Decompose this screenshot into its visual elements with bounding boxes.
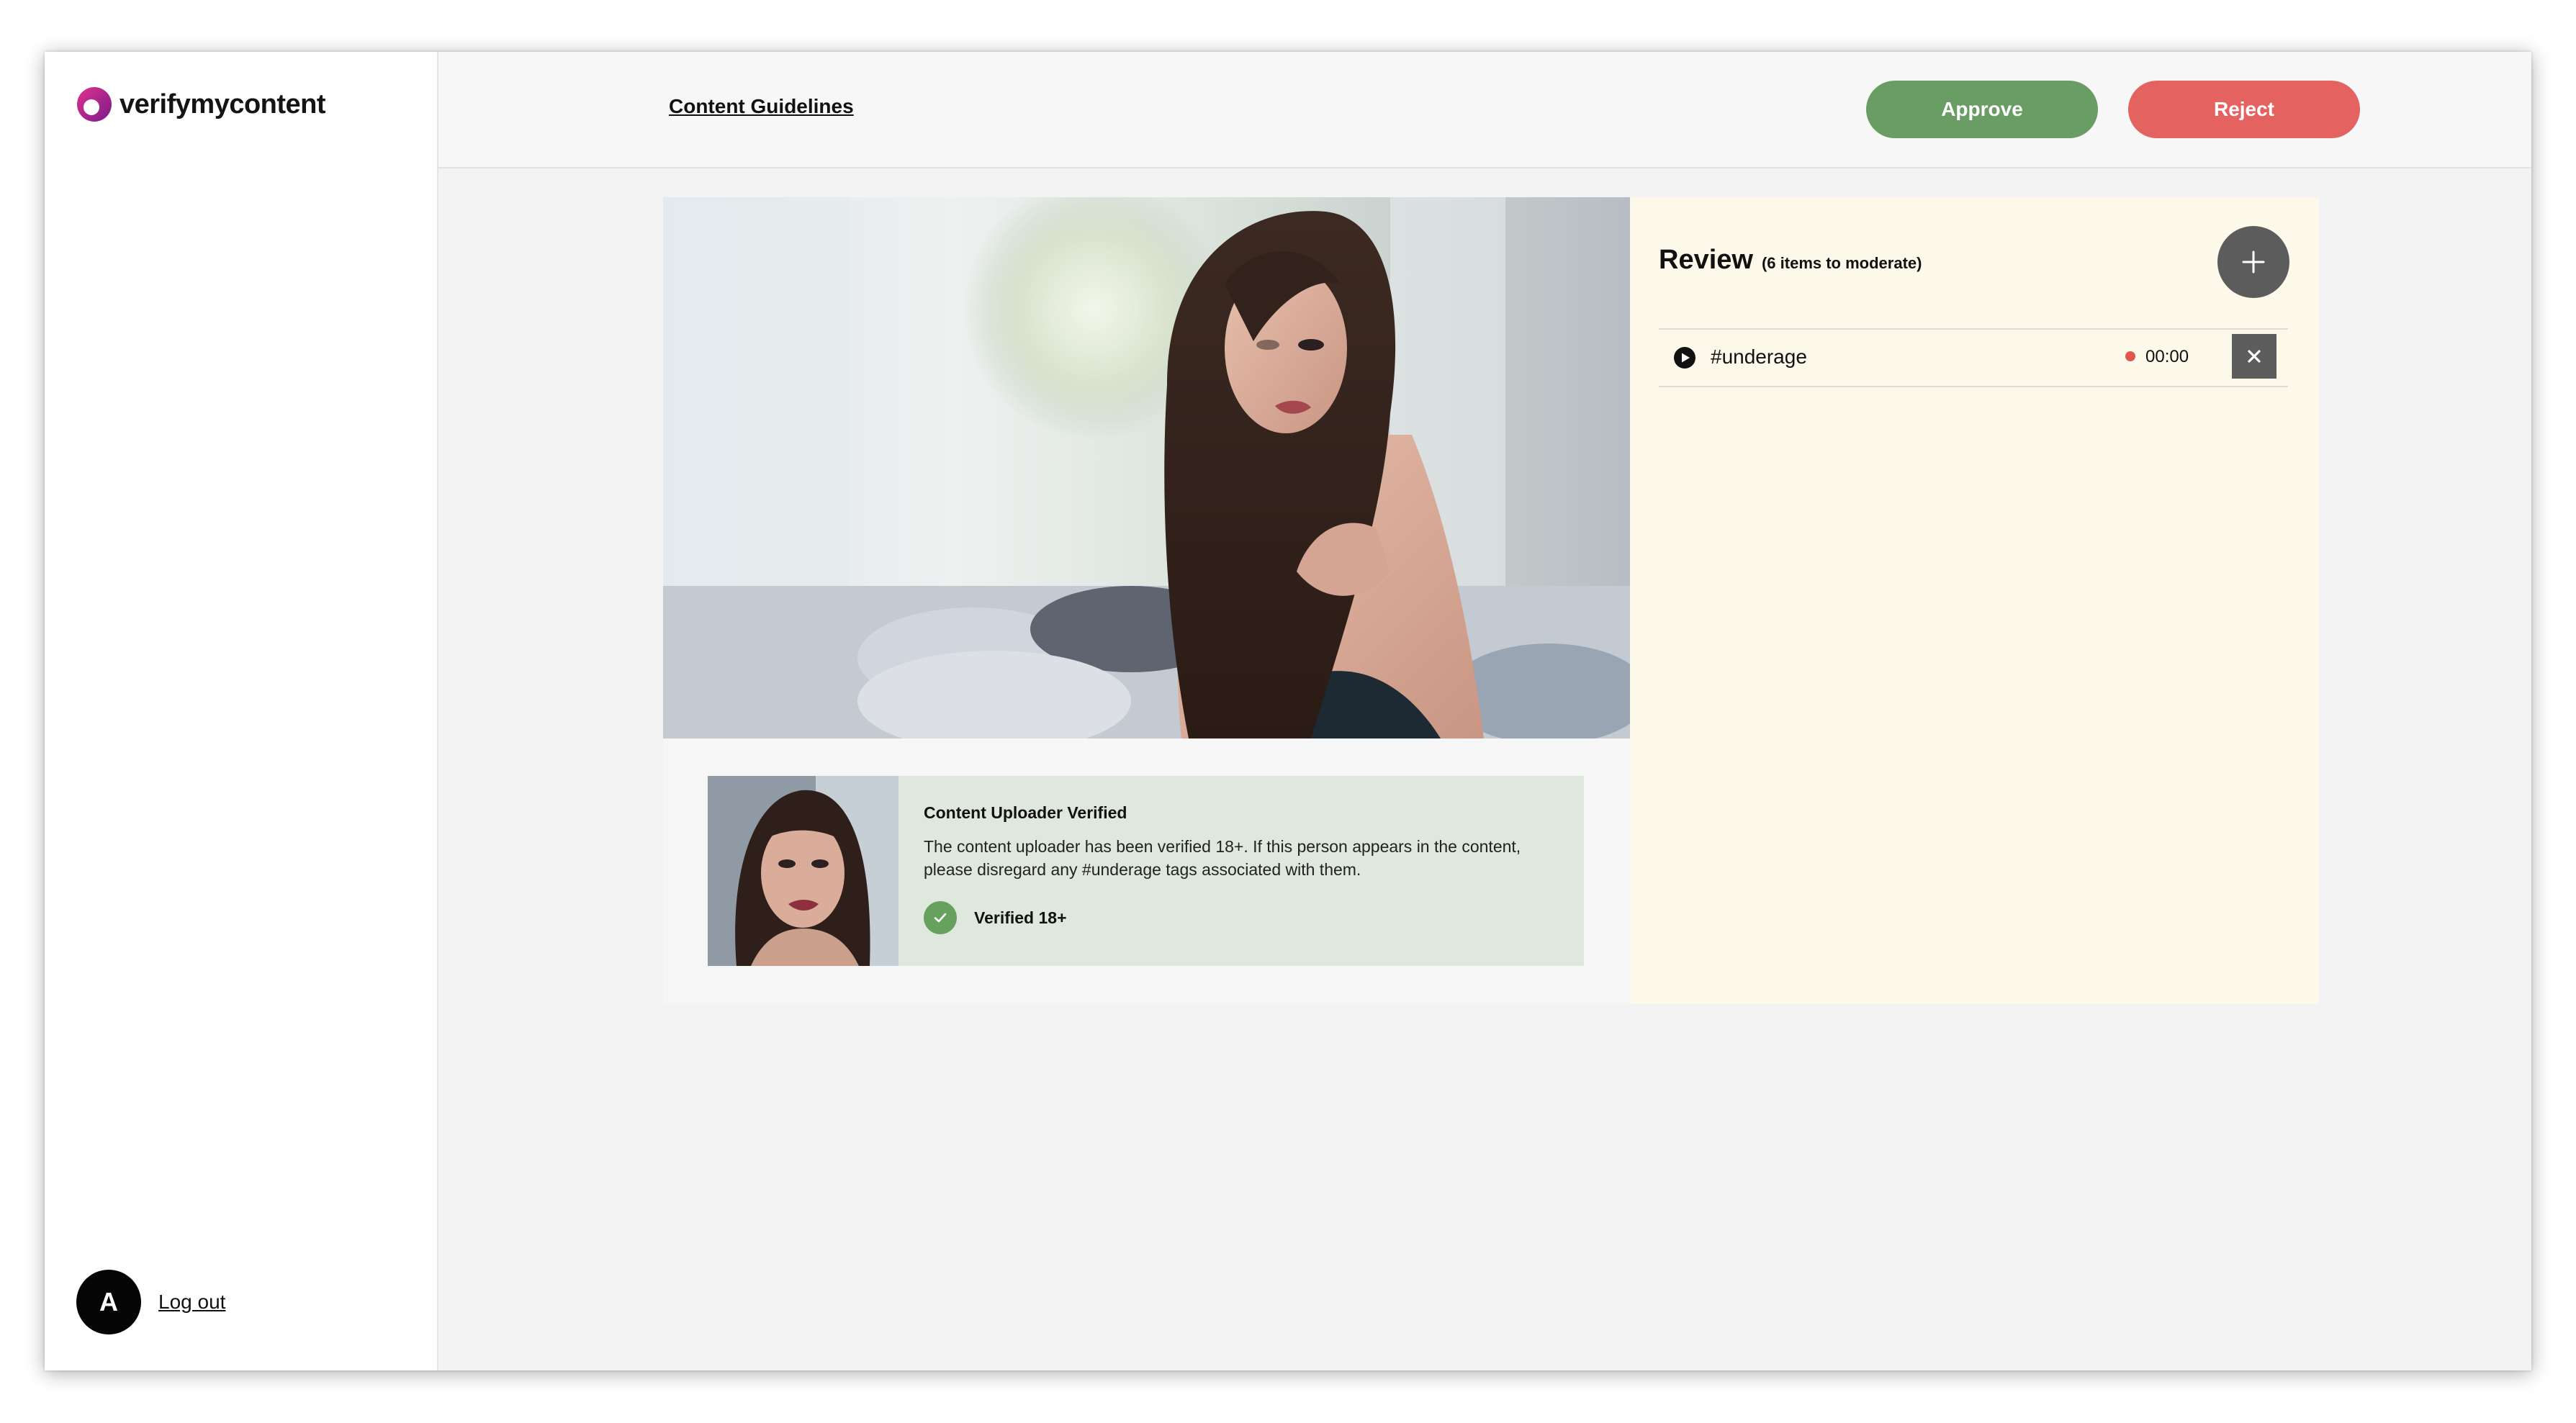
review-heading: Review (6 items to moderate): [1659, 245, 1922, 276]
reject-button[interactable]: Reject: [2128, 81, 2360, 138]
content-photo-icon: [663, 197, 1630, 738]
top-bar: Content Guidelines Approve Reject: [438, 52, 2531, 168]
uploader-photo-icon: [708, 776, 899, 966]
play-icon[interactable]: [1673, 346, 1696, 369]
plus-icon: [2242, 250, 2265, 274]
review-item-time: 00:00: [2145, 347, 2189, 366]
review-item-tag: #underage: [1711, 345, 1807, 368]
user-section: A Log out: [76, 1270, 225, 1334]
remove-item-button[interactable]: [2232, 334, 2276, 379]
uploader-verified-panel: Content Uploader Verified The content up…: [708, 776, 1584, 966]
uploader-verified-title: Content Uploader Verified: [924, 803, 1127, 822]
review-item[interactable]: #underage 00:00: [1659, 328, 2288, 387]
sidebar: verifymycontent A Log out: [45, 52, 438, 1370]
avatar[interactable]: A: [76, 1270, 141, 1334]
close-icon: [2248, 350, 2261, 363]
status-dot-icon: [2125, 351, 2135, 361]
add-tag-button[interactable]: [2217, 226, 2289, 298]
uploader-thumbnail: [708, 776, 899, 966]
verified-badge-label: Verified 18+: [974, 908, 1067, 927]
review-title: Review: [1659, 245, 1753, 275]
content-panel: Content Uploader Verified The content up…: [663, 197, 1630, 1004]
logo[interactable]: verifymycontent: [76, 86, 326, 122]
review-count: (6 items to moderate): [1761, 254, 1922, 272]
review-panel: Review (6 items to moderate) #underage 0…: [1630, 197, 2319, 1004]
app-window: verifymycontent A Log out Content Guidel…: [45, 52, 2531, 1370]
content-image: [663, 197, 1630, 738]
approve-button[interactable]: Approve: [1866, 81, 2098, 138]
check-icon: [924, 901, 957, 934]
logo-text: verifymycontent: [120, 89, 326, 119]
content-guidelines-link[interactable]: Content Guidelines: [669, 95, 854, 118]
verified-badge: Verified 18+: [924, 901, 1067, 934]
logout-link[interactable]: Log out: [158, 1291, 225, 1314]
logo-mark-icon: [77, 87, 112, 122]
uploader-verified-description: The content uploader has been verified 1…: [924, 837, 1521, 879]
